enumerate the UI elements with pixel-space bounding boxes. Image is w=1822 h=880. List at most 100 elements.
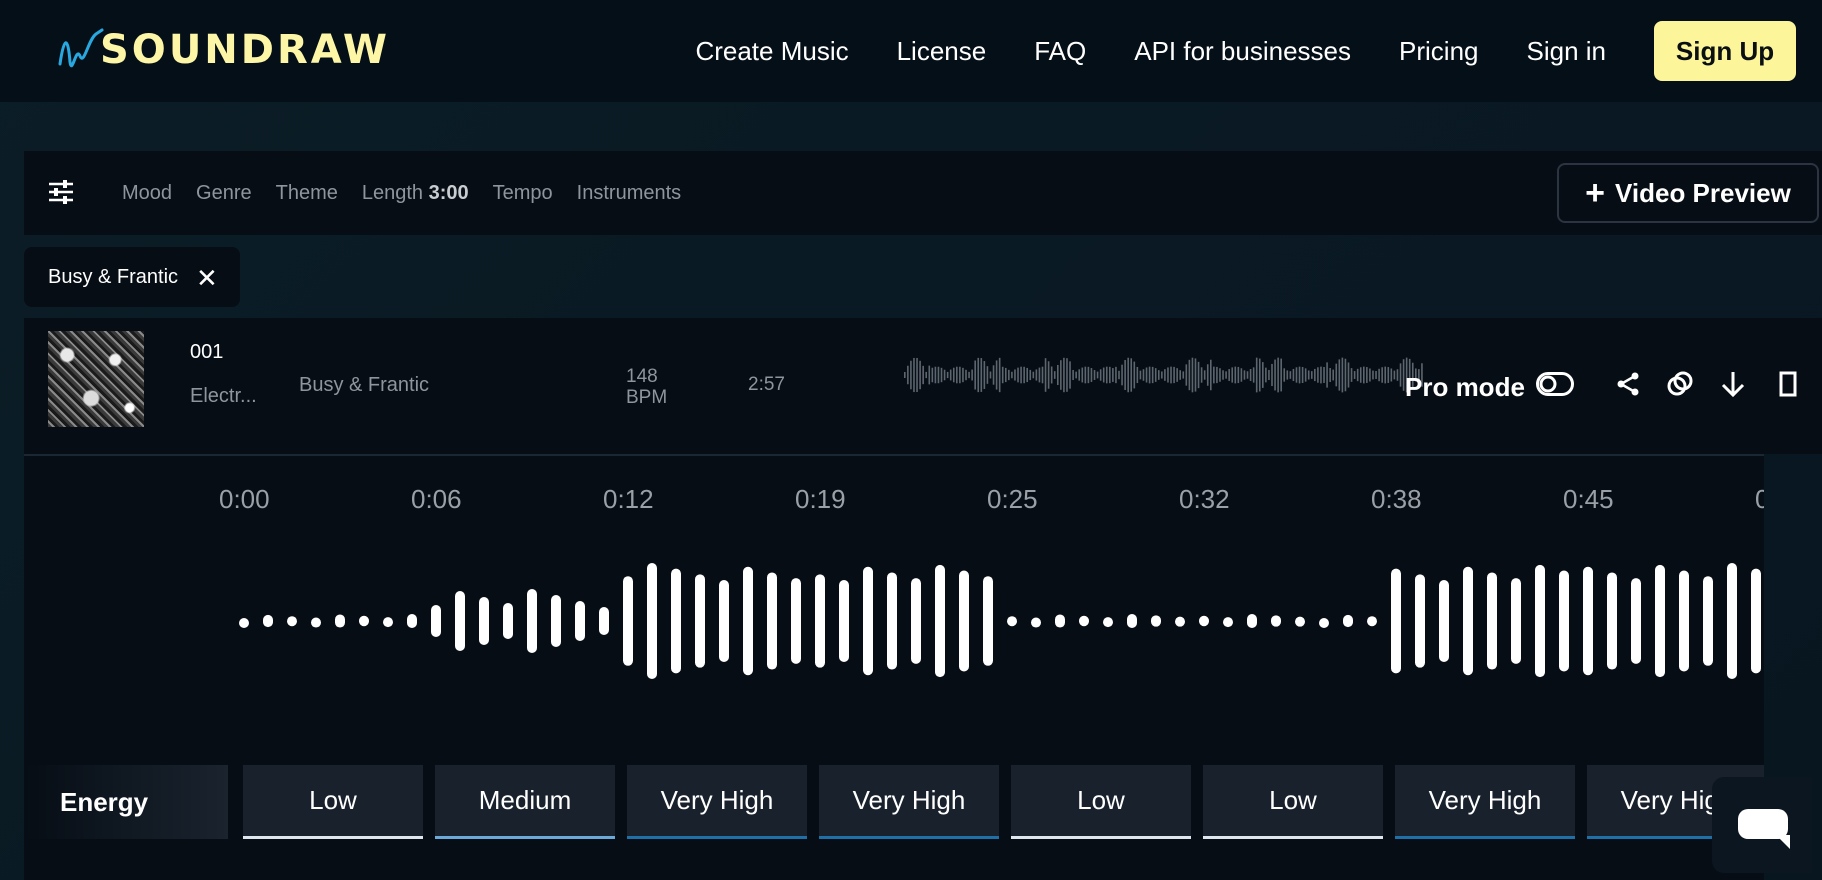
mini-waveform-bar	[1139, 370, 1142, 380]
nav-pricing[interactable]: Pricing	[1399, 36, 1478, 67]
mini-waveform-bar	[1350, 368, 1353, 382]
mini-waveform-bar	[968, 371, 970, 379]
main-waveform[interactable]	[24, 546, 1764, 696]
download-icon[interactable]	[1718, 369, 1748, 399]
mini-waveform-bar	[931, 367, 934, 383]
chat-widget-button[interactable]	[1712, 777, 1812, 873]
energy-block[interactable]: Medium	[435, 765, 615, 839]
waveform-bar	[1655, 564, 1665, 678]
energy-blocks: Low Medium Very High Very High Low Low Very Hi…	[243, 765, 1764, 839]
mini-waveform-bar	[913, 357, 915, 393]
filter-genre[interactable]: Genre	[196, 182, 252, 205]
filter-sliders-icon[interactable]	[48, 180, 74, 204]
mini-waveform-bar	[1213, 366, 1215, 384]
energy-block[interactable]: Very High	[627, 765, 807, 839]
mini-waveform-bar	[1222, 370, 1224, 380]
track-mini-waveform[interactable]	[904, 353, 1428, 397]
mini-waveform-bar	[1151, 366, 1154, 384]
energy-block[interactable]: Low	[243, 765, 423, 839]
waveform-bar	[935, 564, 945, 678]
mini-waveform-bar	[1317, 367, 1319, 383]
soundraw-logo[interactable]: SOUNDRAW	[56, 26, 390, 74]
mini-waveform-bar	[937, 366, 940, 384]
mini-waveform-bar	[916, 357, 918, 393]
sign-up-button[interactable]: Sign Up	[1654, 21, 1796, 81]
nav-sign-in[interactable]: Sign in	[1527, 36, 1607, 67]
mini-waveform-bar	[1078, 369, 1081, 381]
timeline-tick: 0:32	[1179, 484, 1230, 514]
nav-api-for-businesses[interactable]: API for businesses	[1134, 36, 1351, 67]
mini-waveform-bar	[1047, 361, 1050, 389]
timeline-tick: 0	[1755, 484, 1764, 514]
waveform-bar	[407, 614, 417, 628]
track-row[interactable]: 001 Electr... Busy & Frantic 148 BPM 2:5…	[24, 318, 1822, 454]
mini-waveform-bar	[1127, 357, 1129, 393]
mini-waveform-bar	[1057, 364, 1059, 386]
energy-row-label: Energy	[24, 765, 228, 839]
waveform-bar	[575, 601, 585, 641]
waveform-bar	[503, 603, 513, 639]
waveform-bar	[311, 617, 321, 628]
mini-waveform-bar	[1200, 367, 1203, 383]
track-cover-art[interactable]	[48, 331, 144, 427]
bpm-value: 148	[626, 366, 658, 387]
mini-waveform-bar	[974, 360, 976, 390]
waveform-bar	[1007, 616, 1017, 627]
nav-create-music[interactable]: Create Music	[695, 36, 848, 67]
mini-waveform-bar	[1363, 366, 1365, 384]
close-icon[interactable]: ✕	[196, 263, 218, 294]
waveform-bar	[1463, 566, 1473, 676]
filter-theme[interactable]: Theme	[276, 182, 338, 205]
mini-waveform-bar	[1353, 371, 1356, 379]
mini-waveform-bar	[1035, 369, 1038, 381]
mini-waveform-bar	[1001, 366, 1004, 384]
waveform-bar	[431, 605, 441, 637]
filter-length[interactable]: Length 3:00	[362, 182, 469, 205]
mini-waveform-bar	[946, 371, 949, 379]
mini-waveform-bar	[907, 365, 909, 385]
nav-faq[interactable]: FAQ	[1034, 36, 1086, 67]
mini-waveform-bar	[1280, 358, 1282, 392]
waveform-bar	[1415, 574, 1425, 668]
mini-waveform-bar	[995, 360, 998, 390]
track-number: 001	[190, 341, 224, 363]
top-nav: SOUNDRAW Create Music License FAQ API fo…	[0, 0, 1822, 102]
filter-length-value: 3:00	[428, 181, 469, 204]
bookmark-icon[interactable]	[1773, 369, 1803, 399]
mini-waveform-bar	[1372, 370, 1374, 380]
video-preview-button[interactable]: + Video Preview	[1557, 163, 1819, 223]
mini-waveform-bar	[1344, 358, 1347, 392]
mini-waveform-bar	[1179, 370, 1181, 380]
energy-block[interactable]: Low	[1011, 765, 1191, 839]
mini-waveform-bar	[1378, 368, 1380, 382]
waveform-bar	[1607, 572, 1617, 670]
timeline-tick: 0:45	[1563, 484, 1614, 514]
mini-waveform-bar	[1164, 369, 1166, 381]
share-icon[interactable]	[1613, 369, 1643, 399]
mini-waveform-bar	[1375, 371, 1377, 379]
energy-block[interactable]: Very High	[1395, 765, 1575, 839]
mini-waveform-bar	[1234, 366, 1237, 384]
track-bpm: 148 BPM	[626, 366, 667, 408]
mini-waveform-bar	[1173, 366, 1175, 384]
mini-waveform-bar	[965, 369, 967, 381]
mini-waveform-bar	[1161, 371, 1163, 379]
bpm-unit: BPM	[626, 387, 668, 408]
waveform-bar	[815, 574, 825, 668]
energy-block[interactable]: Low	[1203, 765, 1383, 839]
mini-waveform-bar	[1017, 367, 1019, 383]
nav-license[interactable]: License	[897, 36, 987, 67]
filter-mood[interactable]: Mood	[122, 182, 172, 205]
mini-waveform-bar	[1286, 370, 1289, 380]
mini-waveform-bar	[1105, 366, 1108, 384]
filter-instruments[interactable]: Instruments	[577, 182, 681, 205]
similar-songs-icon[interactable]	[1665, 369, 1695, 399]
energy-block[interactable]: Very High	[819, 765, 999, 839]
mini-waveform-bar	[1044, 358, 1047, 392]
chat-bubble-icon	[1738, 809, 1788, 839]
mini-waveform-bar	[1307, 370, 1310, 380]
mini-waveform-bar	[1203, 370, 1206, 380]
filter-tempo[interactable]: Tempo	[493, 182, 553, 205]
pro-mode-toggle[interactable]	[1536, 372, 1574, 396]
waveform-bar	[743, 566, 753, 676]
